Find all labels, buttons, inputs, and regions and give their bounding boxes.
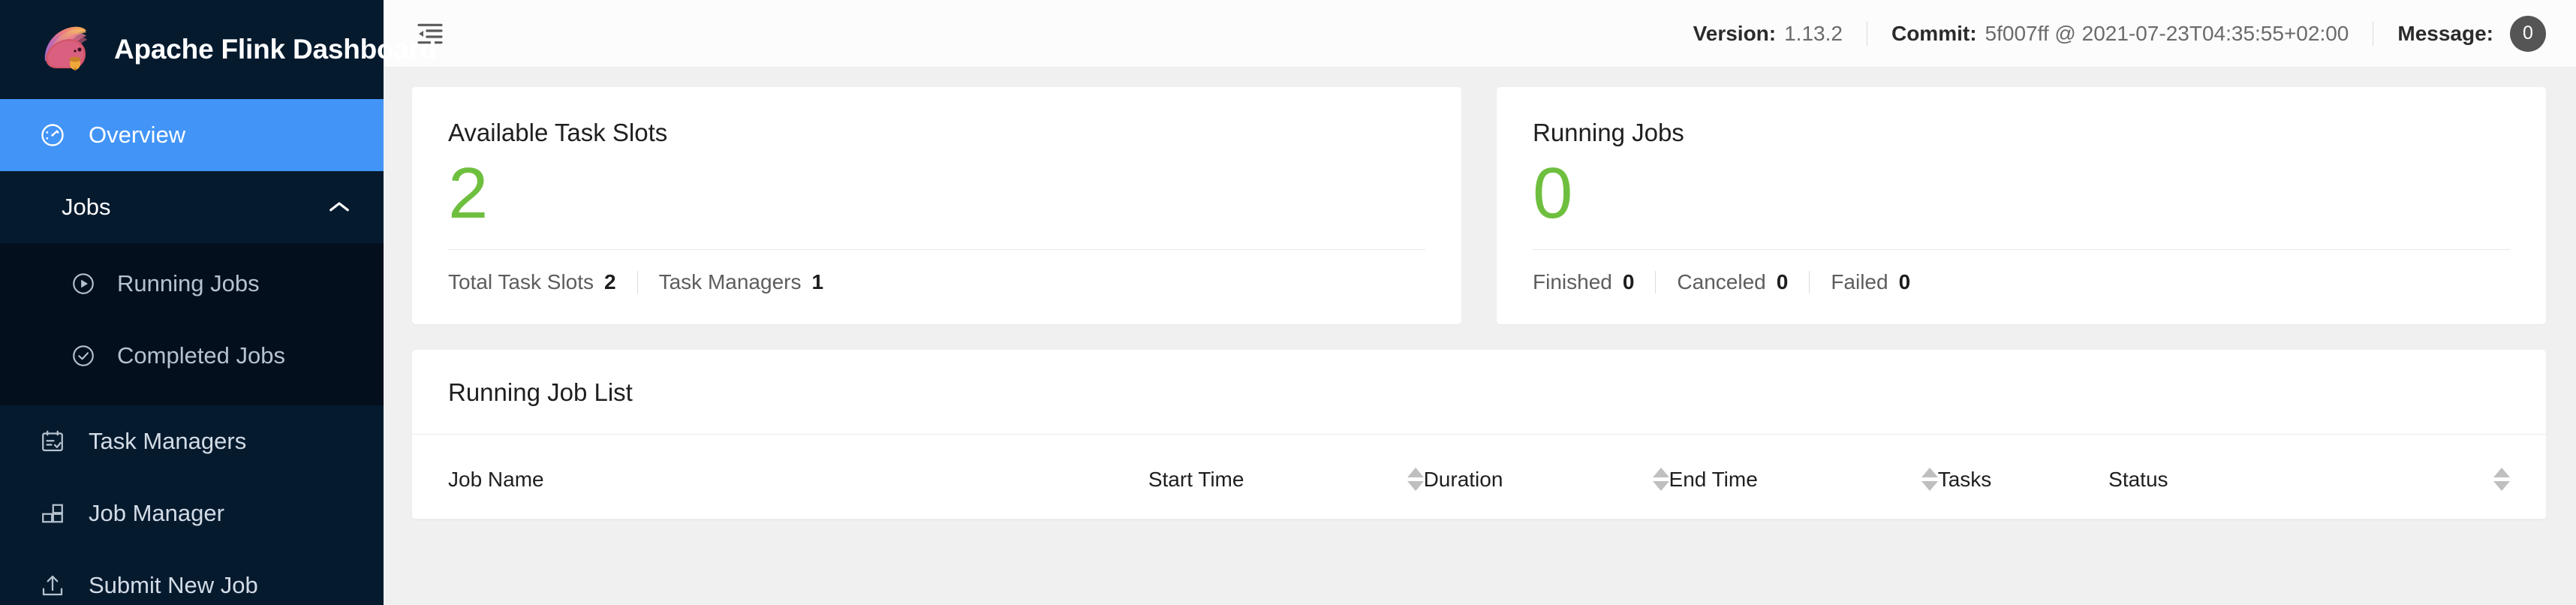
commit-label: Commit: — [1891, 21, 1977, 45]
main-area: Version: 1.13.2 Commit: 5f007ff @ 2021-0… — [384, 0, 2576, 605]
stat-value-finished: 0 — [1622, 269, 1635, 293]
sidebar-submenu-jobs: Running Jobs Completed Jobs — [0, 243, 384, 405]
card-divider-running-jobs — [1533, 248, 2510, 250]
dashboard-gauge-icon — [39, 122, 66, 149]
column-header-status[interactable]: Status — [2108, 434, 2546, 519]
flink-squirrel-logo-icon — [44, 26, 87, 71]
content-area: Available Task Slots 2 Total Task Slots … — [384, 68, 2576, 605]
column-header-start-time[interactable]: Start Time — [1148, 434, 1424, 519]
stat-value-total-task-slots: 2 — [604, 269, 616, 293]
stat-label-total-task-slots: Total Task Slots — [448, 269, 594, 293]
sidebar-item-task-managers[interactable]: Task Managers — [0, 405, 384, 477]
sidebar-item-label-running-jobs: Running Jobs — [117, 270, 260, 296]
sidebar-item-label-task-managers: Task Managers — [89, 428, 247, 454]
running-job-list-title: Running Job List — [412, 350, 2546, 435]
upload-icon — [39, 572, 66, 599]
running-jobs-card: Running Jobs 0 Finished 0 Canceled 0 Fai… — [1497, 87, 2546, 324]
stat-separator-2 — [1655, 270, 1657, 293]
card-title-task-slots: Available Task Slots — [448, 119, 668, 146]
version-value: 1.13.2 — [1784, 21, 1843, 45]
sidebar-item-overview[interactable]: Overview — [0, 99, 384, 171]
brand-title: Apache Flink Dashboard — [114, 34, 437, 65]
check-circle-icon — [71, 343, 96, 369]
available-task-slots-value: 2 — [448, 153, 488, 233]
stat-value-task-managers: 1 — [811, 269, 824, 293]
sidebar-nav: Overview Jobs Running Jobs Completed Job… — [0, 99, 384, 605]
schedule-icon — [39, 428, 66, 455]
running-job-list-table: Job Name Start Time Duration End Time Ta… — [412, 434, 2546, 519]
sort-toggle-start-time[interactable] — [1407, 465, 1424, 495]
sidebar-item-job-manager[interactable]: Job Manager — [0, 477, 384, 549]
stat-value-failed: 0 — [1898, 269, 1911, 293]
stat-label-finished: Finished — [1533, 269, 1612, 293]
brand-header[interactable]: Apache Flink Dashboard — [0, 0, 437, 99]
running-jobs-stats: Finished 0 Canceled 0 Failed 0 — [1533, 270, 2510, 294]
column-label-status: Status — [2108, 467, 2168, 491]
table-head: Job Name Start Time Duration End Time Ta… — [412, 434, 2546, 519]
stat-label-task-managers: Task Managers — [658, 269, 802, 293]
sidebar-item-running-jobs[interactable]: Running Jobs — [0, 248, 384, 320]
sidebar-item-label-overview: Overview — [89, 122, 186, 148]
stat-label-failed: Failed — [1831, 269, 1888, 293]
stat-separator-3 — [1809, 270, 1810, 293]
sidebar-group-jobs[interactable]: Jobs — [0, 171, 384, 243]
column-label-tasks: Tasks — [1937, 467, 1992, 491]
column-label-start-time: Start Time — [1148, 467, 1244, 491]
play-circle-icon — [71, 271, 96, 296]
column-header-end-time[interactable]: End Time — [1669, 434, 1938, 519]
table-header-row: Job Name Start Time Duration End Time Ta… — [412, 434, 2546, 519]
sidebar-group-label-jobs: Jobs — [62, 194, 111, 220]
sidebar-item-label-completed-jobs: Completed Jobs — [117, 342, 286, 369]
column-header-job-name[interactable]: Job Name — [412, 434, 1148, 519]
blocks-icon — [39, 500, 66, 527]
topbar: Version: 1.13.2 Commit: 5f007ff @ 2021-0… — [384, 0, 2576, 68]
sidebar-item-label-job-manager: Job Manager — [89, 500, 224, 526]
task-slots-stats: Total Task Slots 2 Task Managers 1 — [448, 270, 1425, 294]
sidebar-item-label-submit-new-job: Submit New Job — [89, 572, 258, 598]
sort-toggle-end-time[interactable] — [1921, 465, 1938, 495]
sidebar: Apache Flink Dashboard Overview Jobs Run… — [0, 0, 437, 605]
chevron-up-icon[interactable] — [328, 200, 351, 214]
message-count-badge[interactable]: 0 — [2510, 15, 2546, 52]
stat-label-canceled: Canceled — [1677, 269, 1766, 293]
sort-toggle-duration[interactable] — [1652, 465, 1669, 495]
column-label-duration: Duration — [1423, 467, 1503, 491]
column-header-duration[interactable]: Duration — [1423, 434, 1669, 519]
running-jobs-value: 0 — [1533, 153, 1572, 233]
version-label: Version: — [1693, 21, 1777, 45]
stat-value-canceled: 0 — [1776, 269, 1789, 293]
commit-value: 5f007ff @ 2021-07-23T04:35:55+02:00 — [1985, 21, 2349, 45]
stat-separator-1 — [636, 270, 638, 293]
summary-cards-row: Available Task Slots 2 Total Task Slots … — [412, 87, 2546, 324]
card-divider-task-slots — [448, 248, 1425, 250]
message-label: Message: — [2397, 21, 2493, 45]
flink-dashboard-app: Apache Flink Dashboard Overview Jobs Run… — [0, 0, 2576, 605]
sidebar-item-submit-new-job[interactable]: Submit New Job — [0, 549, 384, 605]
available-task-slots-card: Available Task Slots 2 Total Task Slots … — [412, 87, 1461, 324]
column-header-tasks[interactable]: Tasks — [1937, 434, 2109, 519]
running-job-list-card: Running Job List Job Name Start Time Dur… — [412, 349, 2546, 519]
build-info: Version: 1.13.2 Commit: 5f007ff @ 2021-0… — [1693, 15, 2546, 52]
card-title-running-jobs: Running Jobs — [1533, 119, 1684, 146]
sidebar-item-completed-jobs[interactable]: Completed Jobs — [0, 320, 384, 392]
column-label-job-name: Job Name — [448, 467, 544, 491]
column-label-end-time: End Time — [1669, 467, 1758, 491]
sort-toggle-status[interactable] — [2493, 465, 2510, 495]
